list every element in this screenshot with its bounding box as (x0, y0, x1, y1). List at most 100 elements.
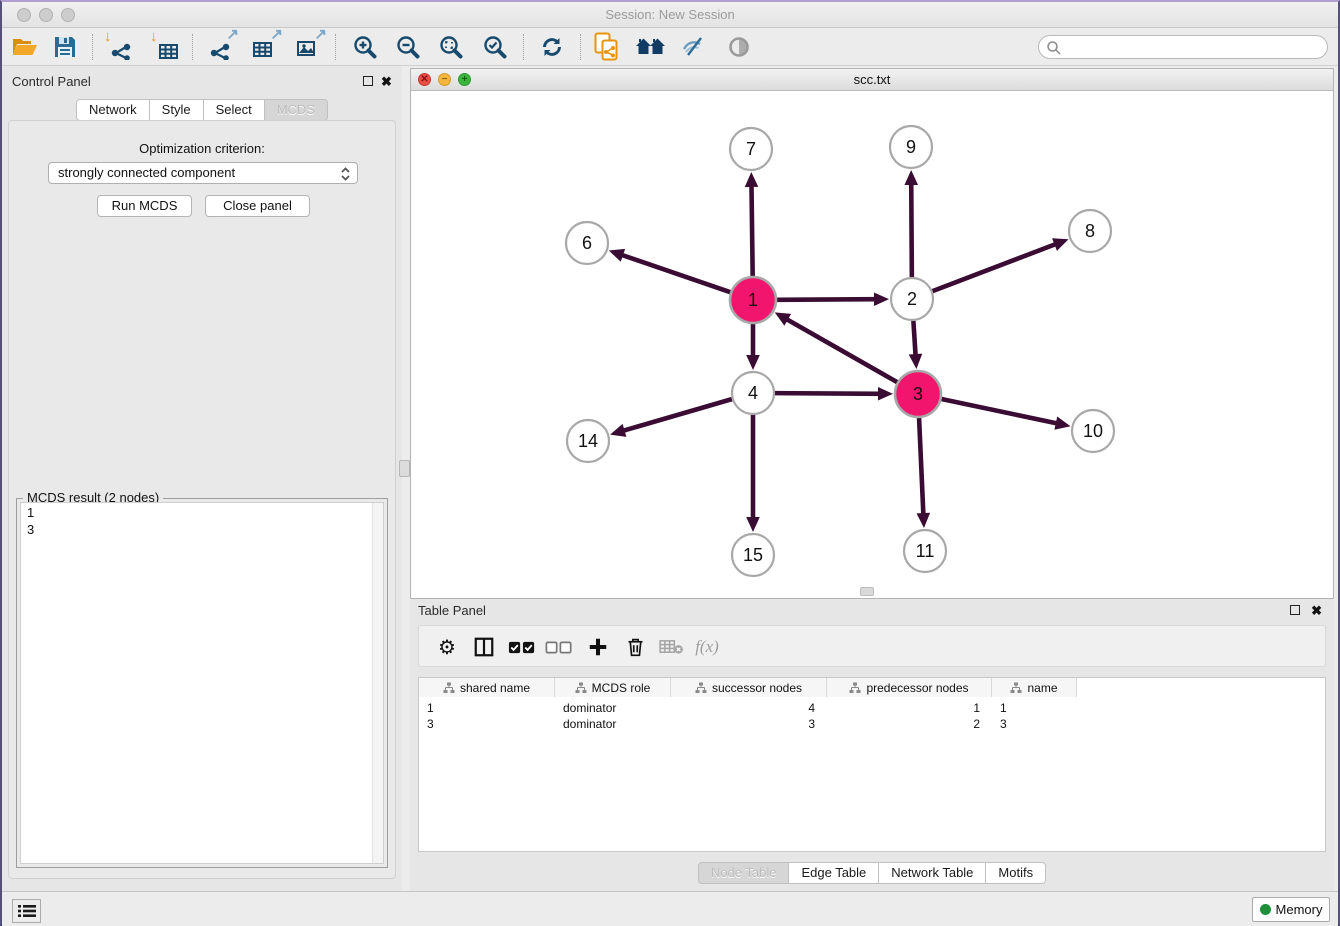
result-scrollbar[interactable] (372, 503, 383, 863)
float-table-panel-icon[interactable] (1290, 605, 1300, 615)
horizontal-splitter-grip[interactable] (860, 587, 874, 596)
zoom-selected-icon[interactable] (480, 33, 510, 61)
open-folder-icon[interactable] (10, 33, 40, 61)
toolbar-separator (523, 34, 524, 60)
edge-2-9[interactable] (911, 182, 912, 277)
function-builder-icon[interactable]: f(x) (691, 632, 723, 662)
search-input[interactable] (1065, 37, 1320, 57)
table-header-row: shared nameMCDS rolesuccessor nodesprede… (419, 678, 1077, 697)
vertical-splitter-grip[interactable] (399, 460, 410, 477)
arrowhead-icon (1052, 238, 1068, 251)
edge-4-3[interactable] (775, 393, 881, 394)
edge-3-10[interactable] (941, 399, 1058, 424)
network-canvas[interactable]: 7968124314101511 (411, 91, 1333, 598)
arrowhead-icon (904, 170, 918, 185)
refresh-icon[interactable] (537, 33, 567, 61)
result-line: 1 (21, 504, 383, 521)
edge-1-6[interactable] (620, 254, 730, 292)
cell-MCDS-role[interactable]: dominator (555, 700, 671, 716)
unselect-all-icon[interactable] (543, 632, 575, 662)
tab-edge-table[interactable]: Edge Table (789, 862, 879, 884)
cell-name[interactable]: 3 (992, 716, 1077, 732)
tab-node-table[interactable]: Node Table (698, 862, 790, 884)
close-panel-button[interactable]: Close panel (205, 195, 310, 217)
table-panel: Table Panel ✖ ⚙ f(x) shared nameMCDS rol… (410, 599, 1334, 892)
column-header-shared-name[interactable]: shared name (419, 678, 555, 697)
import-table-icon[interactable]: ↓ (152, 33, 182, 61)
node-label-6: 6 (582, 233, 592, 253)
zoom-in-icon[interactable] (350, 33, 380, 61)
arrowhead-icon (610, 424, 626, 437)
delete-column-icon[interactable] (619, 632, 651, 662)
zoom-fit-icon[interactable] (436, 33, 466, 61)
list-icon (18, 904, 36, 918)
cell-MCDS-role[interactable]: dominator (555, 716, 671, 732)
table-row[interactable]: 1dominator411 (419, 700, 1077, 716)
criterion-dropdown-value: strongly connected component (58, 165, 235, 180)
node-label-3: 3 (913, 384, 923, 404)
cell-predecessor-nodes[interactable]: 2 (827, 716, 992, 732)
export-network-icon[interactable]: ↗ (205, 33, 235, 61)
cell-shared-name[interactable]: 3 (419, 716, 555, 732)
network-graph[interactable]: 7968124314101511 (411, 91, 1333, 598)
tab-mcds[interactable]: MCDS (265, 99, 328, 121)
edge-4-14[interactable] (622, 399, 732, 431)
node-table[interactable]: shared nameMCDS rolesuccessor nodesprede… (418, 677, 1326, 852)
column-panel-icon[interactable] (468, 632, 500, 662)
criterion-dropdown[interactable]: strongly connected component (48, 162, 358, 184)
table-row[interactable]: 3dominator323 (419, 716, 1077, 732)
cell-successor-nodes[interactable]: 4 (671, 700, 827, 716)
cell-successor-nodes[interactable]: 3 (671, 716, 827, 732)
cell-shared-name[interactable]: 1 (419, 700, 555, 716)
cell-predecessor-nodes[interactable]: 1 (827, 700, 992, 716)
tab-network-table[interactable]: Network Table (879, 862, 986, 884)
home-icon[interactable] (636, 33, 666, 61)
control-panel: Control Panel ✖ NetworkStyleSelectMCDS O… (2, 66, 402, 892)
window-title: Session: New Session (2, 7, 1338, 22)
edge-2-3[interactable] (913, 321, 915, 357)
table-panel-title: Table Panel (418, 603, 486, 618)
clone-network-icon[interactable] (592, 33, 622, 61)
arrowhead-icon (878, 387, 893, 401)
mcds-result-list[interactable]: 13 (20, 502, 384, 864)
column-header-name[interactable]: name (992, 678, 1077, 697)
edge-1-2[interactable] (777, 299, 877, 300)
run-mcds-button[interactable]: Run MCDS (97, 195, 192, 217)
edge-3-11[interactable] (919, 418, 923, 516)
export-image-icon[interactable]: ↗ (293, 33, 323, 61)
settings-gear-icon[interactable]: ⚙ (431, 632, 463, 662)
save-icon[interactable] (50, 33, 80, 61)
toolbar-separator (192, 34, 193, 60)
edge-3-1[interactable] (785, 318, 897, 382)
table-tabs: Node TableEdge TableNetwork TableMotifs (410, 862, 1334, 884)
task-history-button[interactable] (12, 899, 41, 923)
zoom-out-icon[interactable] (393, 33, 423, 61)
export-arrow-icon: ↗ (226, 27, 239, 42)
export-table-icon[interactable]: ↗ (249, 33, 279, 61)
main-toolbar: ↓ ↓ ↗ ↗ ↗ (2, 28, 1338, 66)
network-window: ✕ − + scc.txt 7968124314101511 (410, 68, 1334, 599)
column-header-MCDS-role[interactable]: MCDS role (555, 678, 671, 697)
column-header-predecessor-nodes[interactable]: predecessor nodes (827, 678, 992, 697)
close-panel-icon[interactable]: ✖ (381, 77, 392, 87)
import-network-icon[interactable]: ↓ (106, 33, 136, 61)
close-table-panel-icon[interactable]: ✖ (1311, 606, 1322, 616)
hide-eye-icon[interactable] (679, 33, 709, 61)
status-bar: Memory (2, 892, 1338, 926)
memory-label: Memory (1276, 902, 1323, 917)
add-column-icon[interactable] (582, 632, 614, 662)
cell-name[interactable]: 1 (992, 700, 1077, 716)
tab-motifs[interactable]: Motifs (986, 862, 1046, 884)
float-panel-icon[interactable] (363, 76, 373, 86)
tab-select[interactable]: Select (204, 99, 265, 121)
select-all-icon[interactable] (506, 632, 538, 662)
tab-network[interactable]: Network (76, 99, 150, 121)
edge-2-8[interactable] (933, 243, 1058, 291)
memory-button[interactable]: Memory (1252, 897, 1330, 922)
column-header-successor-nodes[interactable]: successor nodes (671, 678, 827, 697)
edge-1-7[interactable] (751, 184, 752, 276)
tab-style[interactable]: Style (150, 99, 204, 121)
column-type-icon (443, 682, 455, 694)
render-detail-icon[interactable] (724, 33, 754, 61)
destroy-table-icon[interactable] (655, 632, 687, 662)
